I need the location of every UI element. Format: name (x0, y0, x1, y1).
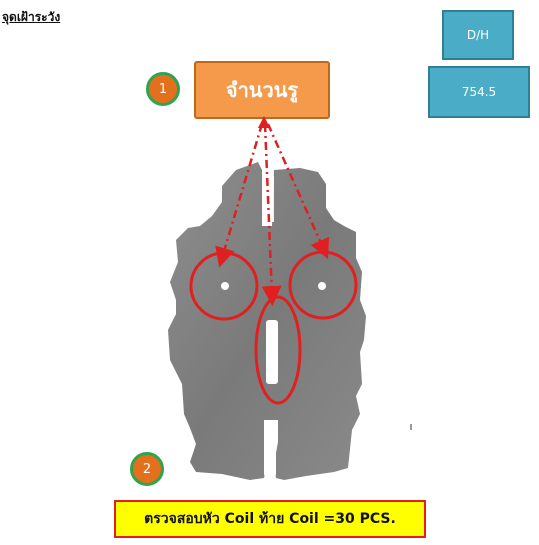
round-hole-left (221, 282, 229, 290)
round-hole-right (318, 282, 326, 290)
coil-inspection-text: ตรวจสอบหัว Coil ท้าย Coil =30 PCS. (144, 511, 396, 527)
bottom-slot (264, 424, 276, 476)
coil-inspection-note: ตรวจสอบหัว Coil ท้าย Coil =30 PCS. (114, 500, 426, 538)
center-slot (266, 320, 278, 384)
metal-part-diagram (168, 116, 412, 480)
arrow-head-top (258, 116, 270, 128)
